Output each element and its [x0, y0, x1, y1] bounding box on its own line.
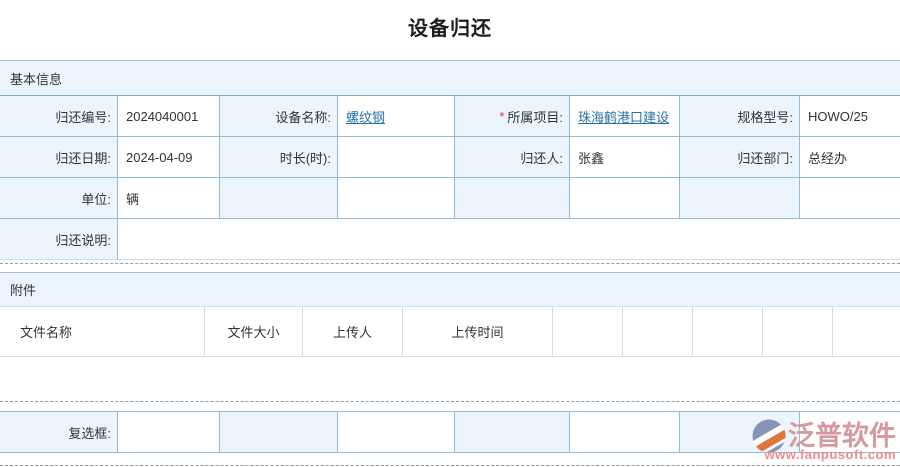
attachments-table-header-row: 文件名称 文件大小 上传人 上传时间: [0, 307, 900, 357]
empty-label-cell: [680, 178, 800, 219]
empty-value-cell: [800, 178, 900, 219]
field-value-equipment: 螺纹钢: [338, 96, 455, 137]
field-label-return-no: 归还编号:: [0, 96, 118, 137]
attachments-section-header: 附件: [0, 272, 900, 307]
field-value-returner: 张鑫: [570, 137, 680, 178]
field-label-return-date: 归还日期:: [0, 137, 118, 178]
field-label-unit: 单位:: [0, 178, 118, 219]
column-header-empty: [553, 307, 623, 356]
basic-info-section-header: 基本信息: [0, 60, 900, 96]
empty-value-cell: [338, 178, 455, 219]
column-header-empty: [623, 307, 693, 356]
empty-label-cell: [220, 178, 338, 219]
field-value-unit: 辆: [118, 178, 220, 219]
field-label-duration: 时长(时):: [220, 137, 338, 178]
dashed-separator: [0, 465, 900, 466]
empty-label-cell: [455, 178, 570, 219]
empty-value-cell: [338, 412, 455, 452]
dashed-separator: [0, 401, 900, 402]
empty-value-cell: [570, 412, 680, 452]
field-label-return-note: 归还说明:: [0, 219, 118, 260]
field-value-duration: [338, 137, 455, 178]
dashed-separator: [0, 263, 900, 264]
basic-info-table: 归还编号: 2024040001 设备名称: 螺纹钢 *所属项目: 珠海鹤港口建…: [0, 96, 900, 260]
field-value-project: 珠海鹤港口建设: [570, 96, 680, 137]
column-header-empty: [693, 307, 763, 356]
empty-value-cell: [570, 178, 680, 219]
fanpu-watermark: 泛普软件 www.fanpusoft.com: [756, 418, 896, 462]
required-asterisk: *: [499, 109, 504, 124]
empty-value-cell: [118, 412, 220, 452]
field-value-return-no: 2024040001: [118, 96, 220, 137]
field-value-spec-model: HOWO/25: [800, 96, 900, 137]
column-header-empty: [833, 307, 900, 356]
empty-label-cell: [455, 412, 570, 452]
basic-info-section-title: 基本信息: [0, 69, 62, 88]
empty-label-cell: [220, 412, 338, 452]
column-header-uploader: 上传人: [303, 307, 403, 356]
watermark-url-text: www.fanpusoft.com: [756, 447, 896, 462]
equipment-name-link[interactable]: 螺纹钢: [346, 107, 385, 126]
field-value-return-date: 2024-04-09: [118, 137, 220, 178]
column-header-file-name: 文件名称: [0, 307, 205, 356]
field-label-return-dept: 归还部门:: [680, 137, 800, 178]
column-header-upload-time: 上传时间: [403, 307, 553, 356]
field-label-returner: 归还人:: [455, 137, 570, 178]
field-value-return-dept: 总经办: [800, 137, 900, 178]
field-label-spec-model: 规格型号:: [680, 96, 800, 137]
page-title: 设备归还: [0, 12, 900, 41]
field-label-equipment: 设备名称:: [220, 96, 338, 137]
field-value-return-note: [118, 219, 900, 260]
project-link[interactable]: 珠海鹤港口建设: [578, 107, 669, 126]
equipment-return-page: 设备归还 基本信息 归还编号: 2024040001 设备名称: 螺纹钢 *所属…: [0, 0, 900, 467]
field-label-project: *所属项目:: [455, 96, 570, 137]
column-header-empty: [763, 307, 833, 356]
field-label-checkbox: 复选框:: [0, 412, 118, 452]
column-header-file-size: 文件大小: [205, 307, 303, 356]
attachments-section-title: 附件: [0, 280, 36, 299]
